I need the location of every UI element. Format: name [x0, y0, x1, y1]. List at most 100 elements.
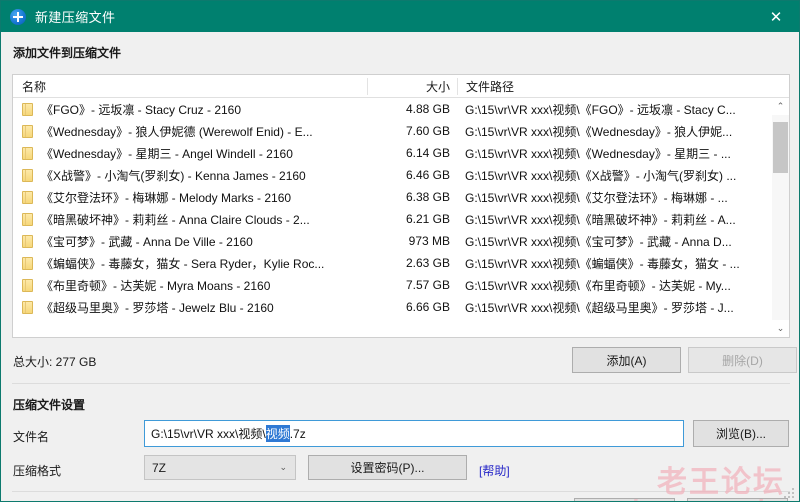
- divider-top: [12, 383, 790, 384]
- cell-name: 《超级马里奥》- 罗莎塔 - Jewelz Blu - 2160: [13, 299, 367, 316]
- table-row[interactable]: 《布里奇顿》- 达芙妮 - Myra Moans - 2160 7.57 GB G:…: [13, 274, 771, 296]
- cell-size: 4.88 GB: [405, 102, 450, 116]
- remove-button: 删除(D): [688, 347, 797, 373]
- cell-name: 《布里奇顿》- 达芙妮 - Myra Moans - 2160: [13, 277, 367, 294]
- folder-icon: [22, 300, 33, 314]
- cell-size: 6.46 GB: [405, 168, 450, 182]
- file-list: 名称 大小 文件路径 《FGO》- 远坂凛 - Stacy Cruz - 216…: [12, 74, 790, 338]
- new-archive-dialog: 新建压缩文件 ✕ 添加文件到压缩文件 名称 大小 文件路径 《FGO》- 远坂凛…: [0, 0, 800, 502]
- file-name: 《蝙蝠侠》- 毒藤女，猫女 - Sera Ryder，Kylie Roc...: [41, 256, 325, 271]
- filename-input[interactable]: G:\15\vr\VR xxx\视频\ 视频 .7z: [144, 420, 684, 447]
- file-list-body: 《FGO》- 远坂凛 - Stacy Cruz - 2160 4.88 GB G:\…: [13, 98, 789, 337]
- table-row[interactable]: 《暗黑破坏神》- 莉莉丝 - Anna Claire Clouds - 2...…: [13, 208, 771, 230]
- filename-label: 文件名: [13, 430, 50, 444]
- file-name: 《超级马里奥》- 罗莎塔 - Jewelz Blu - 2160: [41, 300, 274, 315]
- file-list-header: 名称 大小 文件路径: [13, 75, 789, 98]
- cell-name: 《X战警》- 小淘气(罗刹女) - Kenna James - 2160: [13, 167, 367, 184]
- folder-icon: [22, 168, 33, 182]
- filename-prefix: G:\15\vr\VR xxx\视频\: [151, 427, 266, 441]
- cell-size: 7.60 GB: [405, 124, 450, 138]
- scrollbar-thumb[interactable]: [773, 122, 788, 173]
- add-button[interactable]: 添加(A): [572, 347, 681, 373]
- cell-path: G:\15\vr\VR xxx\视频\《宝可梦》- 武藏 - Anna D...: [465, 234, 732, 249]
- cell-name: 《艾尔登法环》- 梅琳娜 - Melody Marks - 2160: [13, 189, 367, 206]
- scrollbar-track[interactable]: [772, 115, 789, 320]
- cell-size: 6.38 GB: [405, 190, 450, 204]
- table-row[interactable]: 《Wednesday》- 狼人伊妮德 (Werewolf Enid) - E..…: [13, 120, 771, 142]
- file-list-scrollbar[interactable]: ⌃ ⌄: [771, 98, 789, 337]
- table-row[interactable]: 《宝可梦》- 武藏 - Anna De Ville - 2160 973 MB G:…: [13, 230, 771, 252]
- help-link[interactable]: [帮助]: [479, 462, 510, 479]
- watermark-cn: 老王论坛: [657, 466, 785, 499]
- browse-button[interactable]: 浏览(B)...: [693, 420, 789, 447]
- cell-path: G:\15\vr\VR xxx\视频\《布里奇顿》- 达芙妮 - My...: [465, 278, 731, 293]
- format-value: 7Z: [152, 460, 167, 475]
- total-size-label: 总大小: 277 GB: [13, 355, 97, 369]
- folder-icon: [22, 102, 33, 116]
- start-button[interactable]: 开始(S): [574, 498, 675, 501]
- scroll-up-icon[interactable]: ⌃: [772, 98, 789, 115]
- cell-name: 《Wednesday》- 狼人伊妮德 (Werewolf Enid) - E..…: [13, 123, 367, 140]
- cancel-button[interactable]: 取消: [687, 498, 788, 501]
- folder-icon: [22, 278, 33, 292]
- file-name: 《Wednesday》- 狼人伊妮德 (Werewolf Enid) - E..…: [41, 124, 313, 139]
- cell-size: 973 MB: [408, 234, 450, 248]
- folder-icon: [22, 212, 33, 226]
- cell-path: G:\15\vr\VR xxx\视频\《X战警》- 小淘气(罗刹女) ...: [465, 168, 737, 183]
- cell-name: 《暗黑破坏神》- 莉莉丝 - Anna Claire Clouds - 2...: [13, 211, 367, 228]
- scroll-down-icon[interactable]: ⌄: [772, 320, 789, 337]
- column-header-path[interactable]: 文件路径: [457, 77, 789, 95]
- folder-icon: [22, 234, 33, 248]
- cell-size: 6.66 GB: [405, 300, 450, 314]
- folder-icon: [22, 124, 33, 138]
- table-row[interactable]: 《艾尔登法环》- 梅琳娜 - Melody Marks - 2160 6.38 G…: [13, 186, 771, 208]
- cell-name: 《FGO》- 远坂凛 - Stacy Cruz - 2160: [13, 101, 367, 118]
- file-name: 《X战警》- 小淘气(罗刹女) - Kenna James - 2160: [41, 168, 306, 183]
- file-rows: 《FGO》- 远坂凛 - Stacy Cruz - 2160 4.88 GB G:\…: [13, 98, 771, 337]
- folder-icon: [22, 256, 33, 270]
- file-name: 《暗黑破坏神》- 莉莉丝 - Anna Claire Clouds - 2...: [41, 212, 310, 227]
- title-bar: 新建压缩文件 ✕: [1, 1, 799, 32]
- settings-heading: 压缩文件设置: [13, 398, 86, 412]
- table-row[interactable]: 《蝙蝠侠》- 毒藤女，猫女 - Sera Ryder，Kylie Roc... 2…: [13, 252, 771, 274]
- file-name: 《布里奇顿》- 达芙妮 - Myra Moans - 2160: [41, 278, 271, 293]
- filename-selected-text: 视频: [265, 425, 290, 442]
- format-label: 压缩格式: [13, 464, 62, 478]
- column-header-size[interactable]: 大小: [367, 77, 457, 95]
- cell-path: G:\15\vr\VR xxx\视频\《Wednesday》- 星期三 - ..…: [465, 146, 731, 161]
- table-row[interactable]: 《超级马里奥》- 罗莎塔 - Jewelz Blu - 2160 6.66 GB G…: [13, 296, 771, 318]
- file-name: 《艾尔登法环》- 梅琳娜 - Melody Marks - 2160: [41, 190, 292, 205]
- dialog-body: 添加文件到压缩文件 名称 大小 文件路径 《FGO》- 远坂凛 - Stacy …: [1, 32, 799, 501]
- cell-name: 《Wednesday》- 星期三 - Angel Windell - 2160: [13, 145, 367, 162]
- cell-name: 《蝙蝠侠》- 毒藤女，猫女 - Sera Ryder，Kylie Roc...: [13, 255, 367, 272]
- cell-name: 《宝可梦》- 武藏 - Anna De Ville - 2160: [13, 233, 367, 250]
- cell-size: 6.14 GB: [405, 146, 450, 160]
- cell-path: G:\15\vr\VR xxx\视频\《Wednesday》- 狼人伊妮...: [465, 124, 733, 139]
- file-name: 《FGO》- 远坂凛 - Stacy Cruz - 2160: [41, 102, 242, 117]
- cell-path: G:\15\vr\VR xxx\视频\《超级马里奥》- 罗莎塔 - J...: [465, 300, 734, 315]
- chevron-down-icon: ⌄: [279, 462, 287, 473]
- window-title: 新建压缩文件: [35, 10, 116, 25]
- seven-zip-plus-icon: [10, 8, 26, 25]
- file-name: 《宝可梦》- 武藏 - Anna De Ville - 2160: [41, 234, 253, 249]
- table-row[interactable]: 《FGO》- 远坂凛 - Stacy Cruz - 2160 4.88 GB G:\…: [13, 98, 771, 120]
- add-files-heading: 添加文件到压缩文件: [13, 46, 122, 60]
- totals-row: 总大小: 277 GB 添加(A) 删除(D): [1, 344, 799, 384]
- cell-path: G:\15\vr\VR xxx\视频\《蝙蝠侠》- 毒藤女，猫女 - ...: [465, 256, 740, 271]
- filename-suffix: .7z: [289, 426, 306, 441]
- cell-path: G:\15\vr\VR xxx\视频\《艾尔登法环》- 梅琳娜 - ...: [465, 190, 728, 205]
- table-row[interactable]: 《X战警》- 小淘气(罗刹女) - Kenna James - 2160 6.46…: [13, 164, 771, 186]
- close-icon[interactable]: ✕: [753, 1, 799, 32]
- table-row[interactable]: 《Wednesday》- 星期三 - Angel Windell - 2160 6…: [13, 142, 771, 164]
- column-header-name[interactable]: 名称: [13, 78, 367, 95]
- cell-size: 7.57 GB: [405, 278, 450, 292]
- format-dropdown[interactable]: 7Z ⌄: [144, 455, 296, 480]
- cell-size: 6.21 GB: [405, 212, 450, 226]
- folder-icon: [22, 146, 33, 160]
- set-password-button[interactable]: 设置密码(P)...: [308, 455, 467, 480]
- cell-path: G:\15\vr\VR xxx\视频\《FGO》- 远坂凛 - Stacy C.…: [465, 102, 736, 117]
- cell-size: 2.63 GB: [405, 256, 450, 270]
- cell-path: G:\15\vr\VR xxx\视频\《暗黑破坏神》- 莉莉丝 - A...: [465, 212, 736, 227]
- divider-bottom: [12, 491, 790, 492]
- resize-grip[interactable]: [784, 488, 796, 500]
